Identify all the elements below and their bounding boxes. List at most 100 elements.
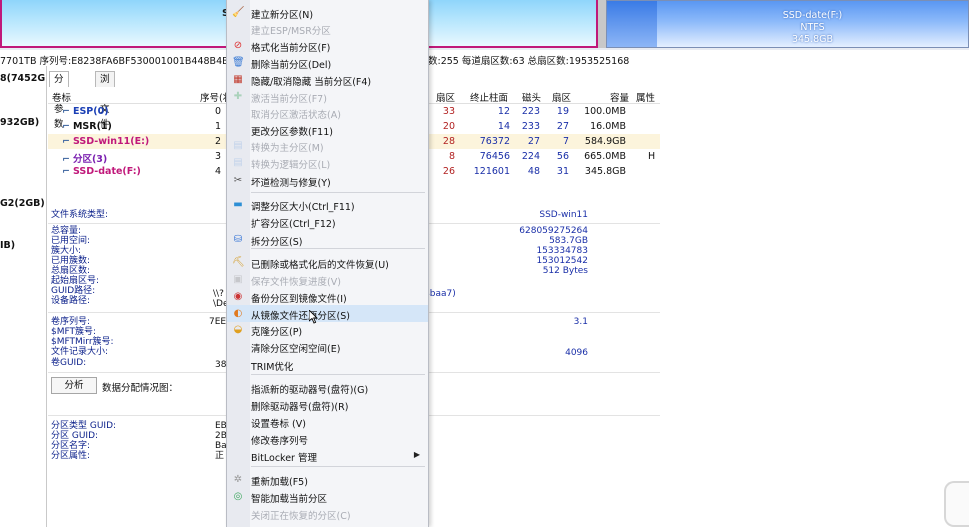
bitlocker-icon bbox=[232, 450, 244, 461]
detail-value-part-name: Ba bbox=[215, 441, 227, 451]
disk-segment-gap[interactable] bbox=[598, 0, 606, 48]
col-heads[interactable]: 磁头 bbox=[522, 90, 541, 104]
partition-head: 223 bbox=[521, 106, 540, 117]
partition-end-cylinder: 76372 bbox=[479, 136, 510, 147]
tree-item-disk[interactable]: 8(7452G bbox=[0, 73, 45, 84]
submenu-arrow-icon: ▶ bbox=[413, 450, 420, 459]
wipe-free-icon bbox=[232, 341, 244, 352]
menu-file-recovery[interactable]: ⛏ 已删除或格式化后的文件恢复(U) bbox=[227, 254, 428, 271]
col-sector[interactable]: 扇区 bbox=[552, 90, 571, 104]
partition-seq: 0 bbox=[215, 106, 222, 117]
menu-item-label: 智能加载当前分区 bbox=[251, 494, 328, 505]
menu-clone[interactable]: ◒ 克隆分区(P) bbox=[227, 321, 428, 338]
menu-set-serial[interactable]: 修改卷序列号 bbox=[227, 430, 428, 447]
partition-end-cylinder: 14 bbox=[497, 121, 510, 132]
partition-tree-connector-icon: ⌐ bbox=[62, 106, 70, 117]
menu-save-progress: ▣ 保存文件恢复进度(V) bbox=[227, 271, 428, 288]
menu-change-params[interactable]: 更改分区参数(F11) bbox=[227, 121, 428, 138]
tree-item-disk-size[interactable]: 932GB) bbox=[0, 117, 39, 128]
menu-backup-image[interactable]: ◉ 备份分区到镜像文件(I) bbox=[227, 288, 428, 305]
partition-end-cylinder: 121601 bbox=[473, 166, 510, 177]
tab-partition-params[interactable]: 分区参数 bbox=[49, 71, 69, 130]
scroll-handle[interactable] bbox=[944, 481, 969, 527]
menu-close-recovering: 关闭正在恢复的分区(C) bbox=[227, 505, 428, 522]
menu-delete[interactable]: 🗑 删除当前分区(Del) bbox=[227, 54, 428, 71]
file-recovery-icon: ⛏ bbox=[232, 257, 245, 268]
partition-end-cylinder: 12 bbox=[497, 106, 510, 117]
partition-start-sector: 26 bbox=[442, 166, 455, 177]
detail-label-total-sectors: 总扇区数: bbox=[51, 266, 91, 276]
menu-hide[interactable]: ▦ 隐藏/取消隐藏 当前分区(F4) bbox=[227, 71, 428, 88]
menu-bad-sector[interactable]: ✂ 坏道检测与修复(Y) bbox=[227, 172, 428, 189]
menu-item-label: 取消分区激活状态(A) bbox=[251, 110, 341, 121]
partition-name-text: ESP(0) bbox=[72, 106, 109, 117]
menu-wipe-free[interactable]: 清除分区空闲空间(E) bbox=[227, 338, 428, 355]
restore-image-icon: ◐ bbox=[233, 308, 243, 319]
menu-item-label: 修改卷序列号 bbox=[251, 436, 309, 447]
menu-item-label: 已删除或格式化后的文件恢复(U) bbox=[251, 260, 389, 271]
col-attr[interactable]: 属性 bbox=[636, 90, 655, 104]
menu-item-label: 转换为主分区(M) bbox=[251, 143, 324, 154]
trim-icon bbox=[232, 359, 244, 370]
detail-value-record-size: 4096 bbox=[565, 348, 588, 358]
disk-segment-ssd-date[interactable]: SSD-date(F:) NTFS 345.8GB bbox=[606, 0, 969, 48]
partition-start-sector: 20 bbox=[442, 121, 455, 132]
tree-item-disk3[interactable]: IB) bbox=[0, 240, 15, 251]
partition-sector: 7 bbox=[562, 136, 569, 147]
partition-name-text: MSR(1) bbox=[72, 121, 112, 132]
menu-activate: ✚ 激活当前分区(F7) bbox=[227, 88, 428, 105]
delete-icon: 🗑 bbox=[232, 57, 245, 68]
menu-extend[interactable]: 扩容分区(Ctrl_F12) bbox=[227, 213, 428, 230]
partition-sector: 31 bbox=[556, 166, 569, 177]
menu-assign-letter[interactable]: 指派新的驱动器号(盘符)(G) bbox=[227, 379, 428, 396]
deactivate-icon bbox=[232, 107, 244, 118]
menu-item-label: 隐藏/取消隐藏 当前分区(F4) bbox=[251, 77, 372, 88]
menu-format[interactable]: ⊘ 格式化当前分区(F) bbox=[227, 37, 428, 54]
partition-seq: 3 bbox=[215, 151, 222, 162]
tree-item-disk2[interactable]: G2(2GB) bbox=[0, 198, 45, 209]
detail-label-cluster: 簇大小: bbox=[51, 246, 82, 256]
split-icon: ⛁ bbox=[233, 234, 243, 245]
partition-start-sector: 8 bbox=[448, 151, 455, 162]
col-label[interactable]: 卷标 bbox=[52, 90, 71, 104]
assign-letter-icon bbox=[232, 382, 244, 393]
menu-remove-letter[interactable]: 删除驱动器号(盘符)(R) bbox=[227, 396, 428, 413]
menu-set-label[interactable]: 设置卷标 (V) bbox=[227, 413, 428, 430]
new-partition-icon: 🧹 bbox=[232, 7, 245, 18]
change-params-icon bbox=[232, 124, 244, 135]
partition-capacity: 345.8GB bbox=[584, 166, 626, 177]
menu-split[interactable]: ⛁ 拆分分区(S) bbox=[227, 231, 428, 248]
resize-icon: ▬ bbox=[233, 199, 243, 210]
col-end-cylinder[interactable]: 终止柱面 bbox=[470, 90, 508, 104]
disk-segment-ssd-date-text: SSD-date(F:) NTFS 345.8GB bbox=[657, 10, 968, 46]
menu-reload[interactable]: ✲ 重新加载(F5) bbox=[227, 471, 428, 488]
menu-bitlocker[interactable]: BitLocker 管理 ▶ bbox=[227, 447, 428, 464]
detail-label-vol-guid: 卷GUID: bbox=[51, 358, 87, 368]
activate-icon: ✚ bbox=[233, 91, 243, 102]
menu-item-label: 关闭正在恢复的分区(C) bbox=[251, 511, 351, 522]
menu-resize[interactable]: ▬ 调整分区大小(Ctrl_F11) bbox=[227, 196, 428, 213]
menu-separator bbox=[251, 248, 425, 249]
menu-item-label: 设置卷标 (V) bbox=[251, 419, 306, 430]
menu-new-partition[interactable]: 🧹 建立新分区(N) bbox=[227, 4, 428, 21]
menu-trim[interactable]: TRIM优化 bbox=[227, 356, 428, 373]
menu-restore-image[interactable]: ◐ 从镜像文件还原分区(S) bbox=[227, 305, 428, 322]
detail-label-device-path: 设备路径: bbox=[51, 296, 91, 306]
partition-name: ⌐ SSD-win11(E:) bbox=[62, 136, 149, 147]
menu-new-esp-msr: 建立ESP/MSR分区 bbox=[227, 20, 428, 37]
to-primary-icon: ▤ bbox=[233, 140, 243, 151]
menu-item-label: 删除当前分区(Del) bbox=[251, 60, 332, 71]
detail-label-used-clusters: 已用簇数: bbox=[51, 256, 91, 266]
tab-browse-files[interactable]: 浏览文件 bbox=[95, 71, 115, 130]
partition-context-menu: 🧹 建立新分区(N) 建立ESP/MSR分区 ⊘ 格式化当前分区(F) 🗑 删除当前分区(D… bbox=[226, 0, 429, 527]
analyze-button[interactable]: 分析 bbox=[51, 377, 97, 394]
menu-item-label: 更改分区参数(F11) bbox=[251, 127, 333, 138]
menu-item-label: 拆分分区(S) bbox=[251, 237, 303, 248]
smart-load-icon: ◎ bbox=[233, 491, 243, 502]
col-head-sector[interactable]: 扇区 bbox=[436, 90, 455, 104]
menu-smart-load[interactable]: ◎ 智能加载当前分区 bbox=[227, 488, 428, 505]
menu-item-label: 扩容分区(Ctrl_F12) bbox=[251, 219, 336, 230]
menu-item-label: 保存文件恢复进度(V) bbox=[251, 277, 341, 288]
col-capacity[interactable]: 容量 bbox=[610, 90, 629, 104]
fs-type-label: 文件系统类型: bbox=[51, 210, 109, 220]
